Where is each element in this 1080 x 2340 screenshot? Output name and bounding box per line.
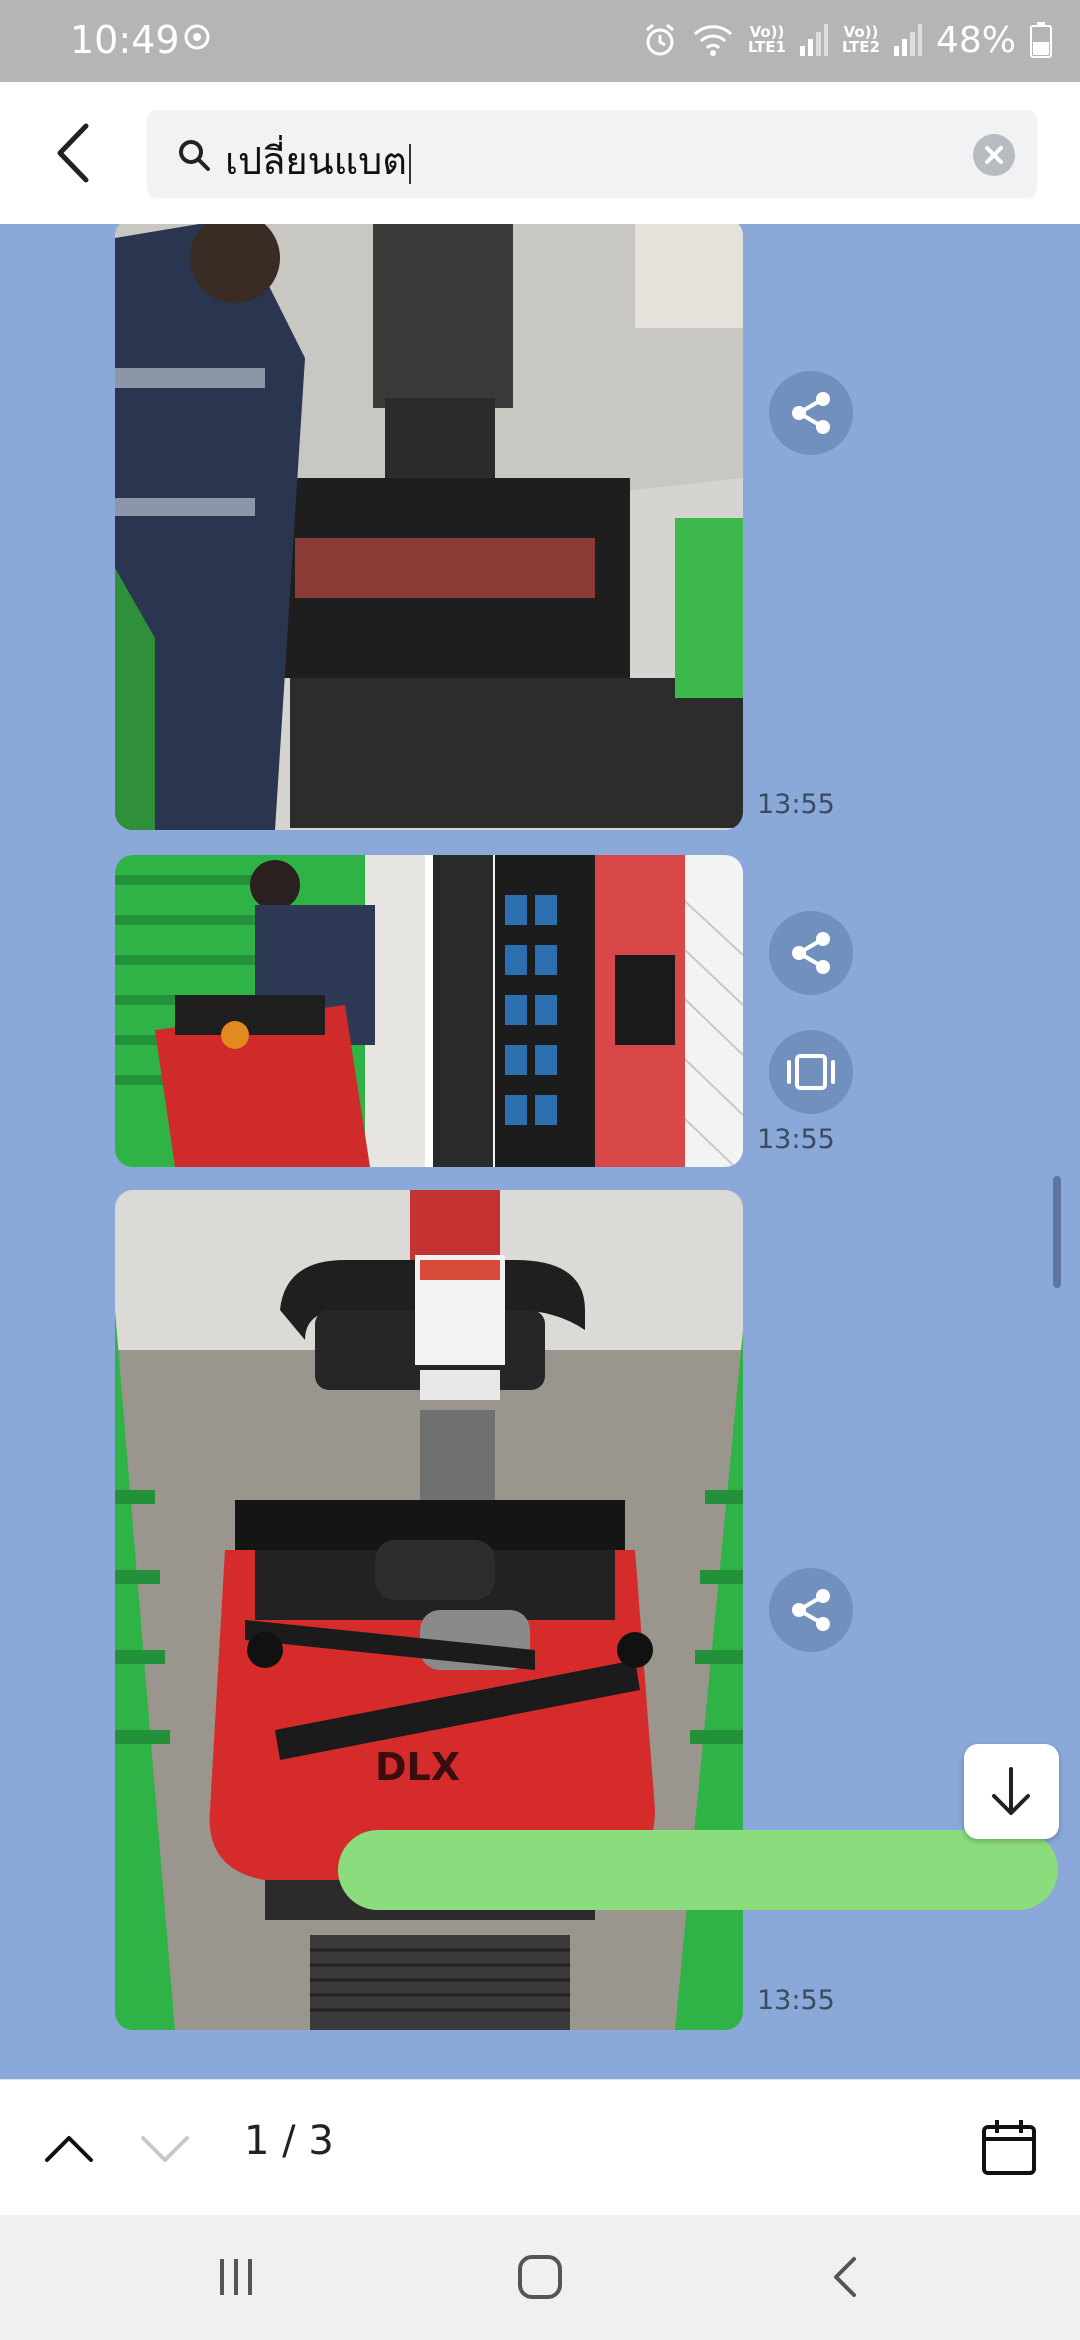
text-caret [408, 143, 411, 184]
home-icon[interactable] [516, 2253, 564, 2301]
search-query[interactable]: เปลี่ยนแบต [225, 139, 407, 183]
clear-icon[interactable] [973, 134, 1015, 176]
search-results-bar: 1 / 3 [0, 2079, 1080, 2216]
calendar-icon[interactable] [980, 2117, 1038, 2177]
signal-2-icon [893, 24, 922, 56]
chevron-down-icon[interactable] [138, 2122, 192, 2176]
message-time-2: 13:55 [757, 1124, 835, 1155]
arrow-down-icon [992, 1767, 1030, 1815]
share-button-3[interactable] [769, 1568, 853, 1652]
share-icon [792, 1589, 830, 1631]
recent-apps-icon[interactable] [214, 2255, 258, 2299]
message-time-1: 13:55 [757, 789, 835, 820]
sync-icon [184, 24, 210, 50]
chat-area: 13:55 13:55 DLX 13:55 [0, 224, 1080, 2079]
svg-text:DLX: DLX [375, 1745, 460, 1789]
result-counter: 1 / 3 [244, 2118, 334, 2164]
back-icon[interactable] [826, 2255, 866, 2299]
message-album[interactable] [115, 855, 743, 1167]
search-header: เปลี่ยนแบต [0, 82, 1080, 224]
search-input[interactable]: เปลี่ยนแบต [147, 110, 1037, 198]
system-nav-bar [0, 2215, 1080, 2340]
scroll-to-bottom-button[interactable] [964, 1744, 1059, 1839]
share-icon [792, 932, 830, 974]
battery-icon [1030, 22, 1052, 58]
share-button-2[interactable] [769, 911, 853, 995]
alarm-icon [646, 23, 674, 56]
message-photo-1[interactable] [115, 224, 743, 830]
share-icon [792, 392, 830, 434]
album-icon [787, 1054, 835, 1090]
wifi-icon [693, 25, 733, 56]
search-icon [179, 140, 210, 171]
share-button-1[interactable] [769, 371, 853, 455]
status-bar: 10:49 Vo)) LTE1 Vo)) LTE2 48% [0, 0, 1080, 82]
chevron-up-icon[interactable] [42, 2122, 96, 2176]
sim1-indicator: Vo)) LTE1 [747, 23, 786, 56]
signal-1-icon [799, 24, 828, 56]
sim2-indicator: Vo)) LTE2 [841, 23, 880, 56]
status-time: 10:49 [70, 18, 180, 62]
my-message-bubble[interactable] [338, 1830, 1058, 1910]
message-time-3: 13:55 [757, 1985, 835, 2016]
battery-percent: 48% [935, 19, 1016, 61]
album-button[interactable] [769, 1030, 853, 1114]
back-chevron-icon[interactable] [48, 120, 98, 186]
scroll-indicator[interactable] [1053, 1176, 1061, 1288]
